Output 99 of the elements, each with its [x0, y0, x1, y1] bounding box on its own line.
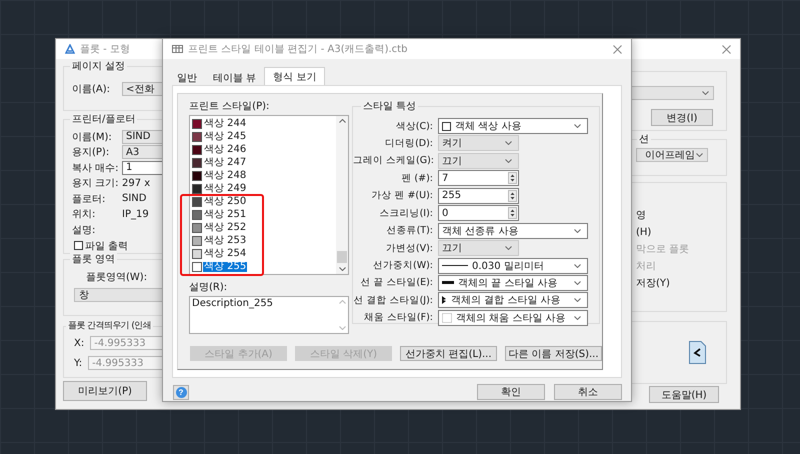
caret-icon [574, 228, 581, 233]
field-label: 펜 (#): [400, 172, 433, 185]
cancel-button[interactable]: 취소 [554, 384, 622, 400]
window-title: 프린트 스타일 테이블 편집기 - A3(캐드출력).ctb [188, 43, 408, 56]
action-button[interactable]: 선가중치 편집(L)... [400, 346, 497, 361]
field-label: 설명: [72, 224, 96, 237]
caret-icon [505, 158, 512, 163]
option-label: 영 [636, 210, 646, 222]
field-label: X: [74, 338, 84, 348]
change-button[interactable]: 변경(I) [651, 109, 713, 126]
field-label: 채움 스타일(F): [362, 311, 433, 324]
caret-icon [696, 153, 703, 157]
action-button[interactable]: 다른 이름 저장(S)... [505, 346, 602, 361]
scroll-down-icon[interactable] [338, 267, 346, 271]
list-item[interactable]: 색상 252 [192, 221, 248, 234]
list-item[interactable]: 색상 250 [192, 195, 248, 208]
close-button[interactable] [722, 44, 731, 54]
field-label: Y: [74, 358, 82, 368]
list-item[interactable]: 색상 245 [192, 130, 248, 143]
app-logo-icon [65, 44, 75, 54]
group-title: 플롯 영역 [70, 253, 118, 266]
line-icon [442, 264, 468, 267]
dropdown[interactable]: 객체 색상 사용 [438, 118, 588, 134]
field-value: SIND [122, 193, 148, 204]
spin-field[interactable]: 0 [438, 205, 519, 222]
help-button[interactable]: 도움말(H) [649, 386, 719, 403]
group-title: 션 [637, 133, 651, 146]
list-item[interactable]: 색상 251 [192, 208, 248, 221]
field-label: 선 끝 스타일(E): [359, 276, 433, 290]
field-label: 이름(M): [72, 130, 113, 144]
field-label: 가변성(V): [384, 242, 433, 255]
group-title: 스타일 특성 [361, 100, 418, 113]
list-item[interactable]: 색상 249 [192, 182, 248, 195]
field-value: IP_19 [122, 208, 150, 220]
field-label: 선종류(T): [386, 224, 433, 238]
group-title: 페이지 설정 [70, 60, 128, 73]
ok-button[interactable]: 확인 [477, 384, 545, 400]
list-item[interactable]: 색상 254 [192, 247, 248, 260]
dropdown[interactable]: 0.030 밀리미터 [438, 258, 588, 274]
tab[interactable]: 테이블 뷰 [205, 71, 264, 85]
dotted-square-icon [442, 312, 452, 323]
dropdown[interactable]: 객체의 결합 스타일 사용 [438, 292, 588, 308]
field-label: 스크리닝(I): [378, 206, 433, 220]
caret-icon [574, 298, 581, 302]
table-icon [172, 45, 183, 53]
field-label: 이름(A): [72, 83, 112, 96]
field-label: 플롯영역(W): [85, 271, 148, 284]
field-label: 용지(P): [72, 146, 110, 160]
list-item[interactable]: 색상 244 [192, 117, 248, 130]
tab[interactable]: 형식 보기 [264, 67, 326, 85]
dropdown[interactable]: 이어프레임 [636, 148, 708, 162]
spin-field[interactable]: 7 [438, 170, 519, 186]
field-label: 플로터: [72, 192, 106, 206]
option-label: 막으로 플롯 [636, 244, 690, 256]
document-icon [689, 341, 706, 364]
caret-icon [505, 246, 512, 250]
close-button[interactable] [613, 44, 622, 54]
list-item[interactable]: 색상 248 [192, 169, 248, 182]
spin-arrows-icon [508, 190, 517, 202]
caret-icon [505, 141, 512, 146]
caret-icon [702, 91, 709, 95]
window-title: 플롯 - 모형 [80, 43, 130, 56]
option-label: (H) [636, 227, 652, 240]
field-label: 용지 크기: [72, 177, 120, 190]
checkbox[interactable] [74, 241, 83, 250]
scrollbar[interactable] [336, 116, 348, 274]
caret-icon [574, 280, 581, 285]
dropdown[interactable]: 객체의 끝 스타일 사용 [438, 274, 588, 291]
preview-button[interactable]: 미리보기(P) [63, 381, 147, 401]
scroll-thumb[interactable] [337, 251, 347, 263]
field-label: 색상(C): [394, 120, 433, 132]
field-label: 그레이 스케일(G): [353, 154, 433, 168]
swatch-icon [442, 122, 451, 130]
field-label: 복사 매수: [72, 162, 120, 175]
caret-icon [574, 124, 581, 128]
list-item[interactable]: 색상 246 [192, 143, 248, 156]
dropdown[interactable]: 객체 선종류 사용 [438, 222, 588, 239]
field-label: 선 결합 스타일(J): [353, 294, 433, 307]
caret-icon [574, 264, 581, 268]
group-title: 프린터/플로터 [70, 113, 138, 126]
scroll-up-icon[interactable] [338, 119, 346, 123]
spin-arrows-icon [508, 172, 517, 184]
checkbox-label: 파일 출력 [85, 240, 128, 252]
caret-icon [574, 316, 581, 320]
list-item[interactable]: 색상 253 [192, 234, 248, 247]
option-label: 처리 [636, 261, 656, 274]
list-item[interactable]: 색상 247 [192, 156, 248, 169]
dropdown[interactable]: 객체의 채움 스타일 사용 [438, 310, 588, 326]
tab[interactable]: 일반 [169, 71, 205, 85]
spin-arrows-icon [508, 207, 517, 220]
join-icon [442, 296, 447, 304]
spin-field[interactable]: 255 [438, 188, 519, 204]
field-label: 선가중치(W): [372, 259, 433, 272]
field-label: 가상 펜 #(U): [370, 189, 433, 202]
field-label: 프린트 스타일(P): [189, 100, 270, 113]
option-label: 저장(Y) [636, 278, 670, 290]
field-label: 위치: [72, 208, 96, 222]
field-value: 297 x [122, 178, 152, 189]
field-label: 디더링(D): [384, 136, 433, 150]
